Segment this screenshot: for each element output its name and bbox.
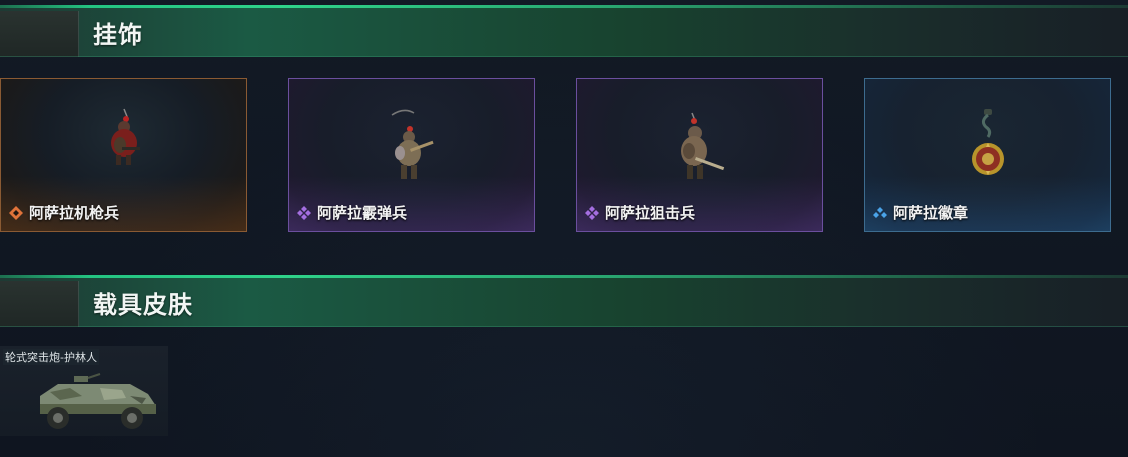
charm-card-badge[interactable]: 阿萨拉徽章: [864, 78, 1111, 232]
vehicle-skin-card[interactable]: 轮式突击炮-护林人: [0, 346, 168, 436]
header-notch: [0, 281, 79, 327]
vehicle-skin-name: 轮式突击炮-护林人: [3, 349, 99, 365]
charm-name: 阿萨拉狙击兵: [605, 204, 696, 222]
charm-name: 阿萨拉霰弹兵: [317, 204, 408, 222]
sniper-figure-icon: [680, 112, 724, 179]
section-title-vehicle-skins: 载具皮肤: [93, 291, 193, 319]
section-header-charms: 挂饰: [0, 5, 1128, 57]
charm-card-shotgunner[interactable]: 阿萨拉霰弹兵: [288, 78, 535, 232]
blue-diamond-icon: [873, 206, 887, 220]
charm-card-sniper[interactable]: 阿萨拉狙击兵: [576, 78, 823, 232]
section-header-vehicle-skins: 载具皮肤: [0, 275, 1128, 327]
charm-name: 阿萨拉机枪兵: [29, 204, 120, 222]
section-title-charms: 挂饰: [93, 21, 143, 49]
charm-name: 阿萨拉徽章: [893, 204, 969, 222]
orange-diamond-icon: [9, 205, 23, 220]
purple-diamond-icon: [585, 205, 599, 220]
charm-label: 阿萨拉霰弹兵: [297, 202, 407, 223]
charm-card-machine-gunner[interactable]: 阿萨拉机枪兵: [0, 78, 247, 232]
purple-diamond-icon: [297, 205, 311, 220]
shotgunner-figure-icon: [391, 109, 434, 179]
machine-gunner-figure-icon: [110, 108, 140, 165]
charm-label: 阿萨拉机枪兵: [9, 202, 119, 223]
charm-label: 阿萨拉徽章: [873, 202, 968, 223]
armored-vehicle-icon: [40, 373, 156, 429]
charm-label: 阿萨拉狙击兵: [585, 202, 695, 223]
badge-figure-icon: [971, 109, 1004, 175]
header-notch: [0, 11, 79, 57]
